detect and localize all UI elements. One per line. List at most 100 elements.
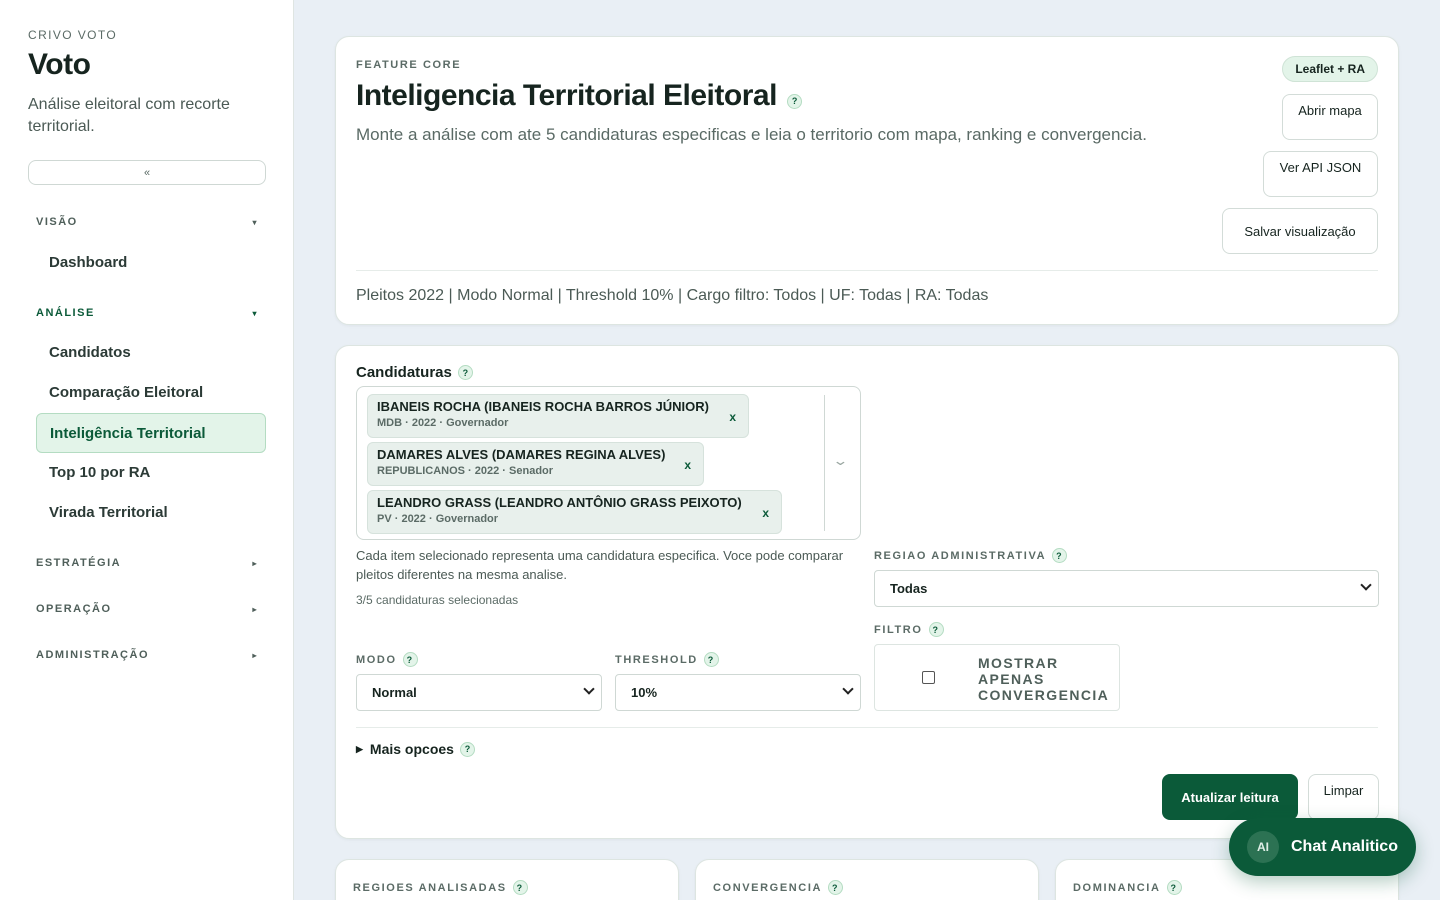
chat-label: Chat Analitico: [1291, 838, 1398, 855]
regiao-select-value: Todas: [890, 581, 928, 596]
candidate-chip: LEANDRO GRASS (LEANDRO ANTÔNIO GRASS PEI…: [367, 490, 782, 534]
update-reading-button[interactable]: Atualizar leitura: [1162, 774, 1298, 820]
nav-group-operacao[interactable]: OPERAÇÃO ▸: [36, 603, 266, 615]
divider: [824, 395, 825, 531]
nav-group-label: ADMINISTRAÇÃO: [36, 649, 149, 661]
stat-label-text: DOMINANCIA: [1073, 881, 1161, 894]
nav-group-label: ESTRATÉGIA: [36, 557, 122, 569]
sidebar-item-top10[interactable]: Top 10 por RA: [36, 452, 266, 492]
nav-group-visao[interactable]: VISÃO ▾: [36, 216, 266, 228]
page-title: Inteligencia Territorial Eleitoral ?: [356, 79, 802, 113]
chevron-down-icon: ▾: [252, 217, 258, 227]
clear-button[interactable]: Limpar: [1308, 774, 1379, 820]
help-icon[interactable]: ?: [703, 652, 719, 667]
nav-group-label: VISÃO: [36, 216, 78, 228]
chevron-down-icon: [1360, 579, 1372, 591]
candidate-meta: REPUBLICANOS · 2022 · Senador: [377, 465, 554, 477]
filtro-label-text: FILTRO: [874, 623, 923, 636]
sidebar: CRIVO VOTO Voto Análise eleitoral com re…: [0, 0, 294, 900]
regiao-label-text: REGIAO ADMINISTRATIVA: [874, 549, 1047, 562]
chevron-right-icon: ▸: [252, 604, 258, 614]
chevron-down-icon: [583, 683, 595, 695]
stat-card-convergencia: CONVERGENCIA ?: [695, 859, 1039, 900]
nav-group-estrategia[interactable]: ESTRATÉGIA ▸: [36, 557, 266, 569]
sidebar-item-dashboard[interactable]: Dashboard: [36, 242, 266, 282]
filtro-label: FILTRO ?: [874, 622, 944, 637]
help-icon[interactable]: ?: [1052, 548, 1068, 563]
regiao-select[interactable]: Todas: [874, 570, 1379, 607]
help-icon[interactable]: ?: [402, 652, 418, 667]
remove-chip-icon[interactable]: x: [762, 506, 769, 520]
threshold-select[interactable]: 10%: [615, 674, 861, 711]
brand-kicker: CRIVO VOTO: [28, 28, 118, 42]
modo-select[interactable]: Normal: [356, 674, 602, 711]
threshold-select-value: 10%: [631, 685, 658, 700]
threshold-label: THRESHOLD ?: [615, 652, 719, 667]
more-options-toggle[interactable]: ▶ Mais opcoes ?: [356, 741, 475, 757]
modo-select-value: Normal: [372, 685, 417, 700]
more-options-label: Mais opcoes: [369, 741, 454, 757]
brand-subtitle: Análise eleitoral com recorte territoria…: [28, 96, 230, 135]
open-map-button[interactable]: Abrir mapa: [1282, 94, 1378, 140]
chevron-down-icon[interactable]: ⌄: [832, 453, 848, 469]
triangle-right-icon: ▶: [356, 743, 363, 754]
remove-chip-icon[interactable]: x: [729, 410, 736, 424]
help-icon[interactable]: ?: [786, 93, 802, 109]
api-json-button[interactable]: Ver API JSON: [1263, 151, 1378, 197]
stat-label-text: CONVERGENCIA: [713, 881, 823, 894]
candidate-name: IBANEIS ROCHA (IBANEIS ROCHA BARROS JÚNI…: [377, 399, 709, 414]
divider: [356, 727, 1378, 728]
help-icon[interactable]: ?: [828, 880, 844, 895]
remove-chip-icon[interactable]: x: [684, 458, 691, 472]
stat-label: REGIOES ANALISADAS ?: [353, 880, 528, 895]
convergencia-filter-label: MOSTRAR APENAS CONVERGENCIA: [978, 655, 1110, 703]
chevron-right-icon: ▸: [252, 558, 258, 568]
candidate-chip: DAMARES ALVES (DAMARES REGINA ALVES) REP…: [367, 442, 704, 486]
nav-group-label: ANÁLISE: [36, 307, 95, 319]
help-icon[interactable]: ?: [459, 741, 475, 757]
modo-label: MODO ?: [356, 652, 418, 667]
help-icon[interactable]: ?: [512, 880, 528, 895]
sidebar-item-virada[interactable]: Virada Territorial: [36, 492, 266, 532]
candidaturas-multiselect[interactable]: IBANEIS ROCHA (IBANEIS ROCHA BARROS JÚNI…: [356, 386, 861, 540]
candidate-meta: MDB · 2022 · Governador: [377, 417, 509, 429]
hero-card: FEATURE CORE Inteligencia Territorial El…: [335, 36, 1399, 325]
sidebar-item-inteligencia-territorial[interactable]: Inteligência Territorial: [36, 413, 266, 453]
nav-group-administracao[interactable]: ADMINISTRAÇÃO ▸: [36, 649, 266, 661]
tech-badge: Leaflet + RA: [1282, 56, 1378, 82]
collapse-sidebar-button[interactable]: «: [28, 160, 266, 185]
candidate-meta: PV · 2022 · Governador: [377, 513, 499, 525]
chat-analitico-button[interactable]: AI Chat Analitico: [1229, 818, 1416, 876]
nav-group-analise[interactable]: ANÁLISE ▾: [36, 307, 266, 319]
page-description: Monte a análise com ate 5 candidaturas e…: [356, 125, 1147, 144]
stat-card-regioes: REGIOES ANALISADAS ?: [335, 859, 679, 900]
nav-group-label: OPERAÇÃO: [36, 603, 112, 615]
save-view-button[interactable]: Salvar visualização: [1222, 208, 1378, 254]
page-title-text: Inteligencia Territorial Eleitoral: [356, 79, 777, 112]
sidebar-item-candidatos[interactable]: Candidatos: [36, 332, 266, 372]
help-icon[interactable]: ?: [457, 365, 473, 380]
candidaturas-label-text: Candidaturas: [356, 364, 452, 381]
stat-label: CONVERGENCIA ?: [713, 880, 844, 895]
sidebar-item-comparacao[interactable]: Comparação Eleitoral: [36, 372, 266, 412]
feature-kicker: FEATURE CORE: [356, 59, 462, 71]
convergencia-checkbox[interactable]: [922, 671, 935, 684]
candidate-chip: IBANEIS ROCHA (IBANEIS ROCHA BARROS JÚNI…: [367, 394, 749, 438]
candidate-name: DAMARES ALVES (DAMARES REGINA ALVES): [377, 447, 666, 462]
convergencia-filter[interactable]: MOSTRAR APENAS CONVERGENCIA: [874, 644, 1120, 711]
candidate-name: LEANDRO GRASS (LEANDRO ANTÔNIO GRASS PEI…: [377, 495, 742, 510]
filters-card: Candidaturas ? IBANEIS ROCHA (IBANEIS RO…: [335, 345, 1399, 839]
help-icon[interactable]: ?: [1166, 880, 1182, 895]
candidaturas-label: Candidaturas ?: [356, 364, 473, 381]
divider: [356, 270, 1378, 271]
candidaturas-hint: Cada item selecionado representa uma can…: [356, 548, 844, 582]
chevron-right-icon: ▸: [252, 650, 258, 660]
ai-avatar-icon: AI: [1247, 831, 1279, 863]
modo-label-text: MODO: [356, 653, 397, 666]
stat-label: DOMINANCIA ?: [1073, 880, 1182, 895]
chevron-down-icon: ▾: [252, 308, 258, 318]
threshold-label-text: THRESHOLD: [615, 653, 698, 666]
help-icon[interactable]: ?: [928, 622, 944, 637]
brand-title: Voto: [28, 48, 91, 81]
stat-label-text: REGIOES ANALISADAS: [353, 881, 507, 894]
